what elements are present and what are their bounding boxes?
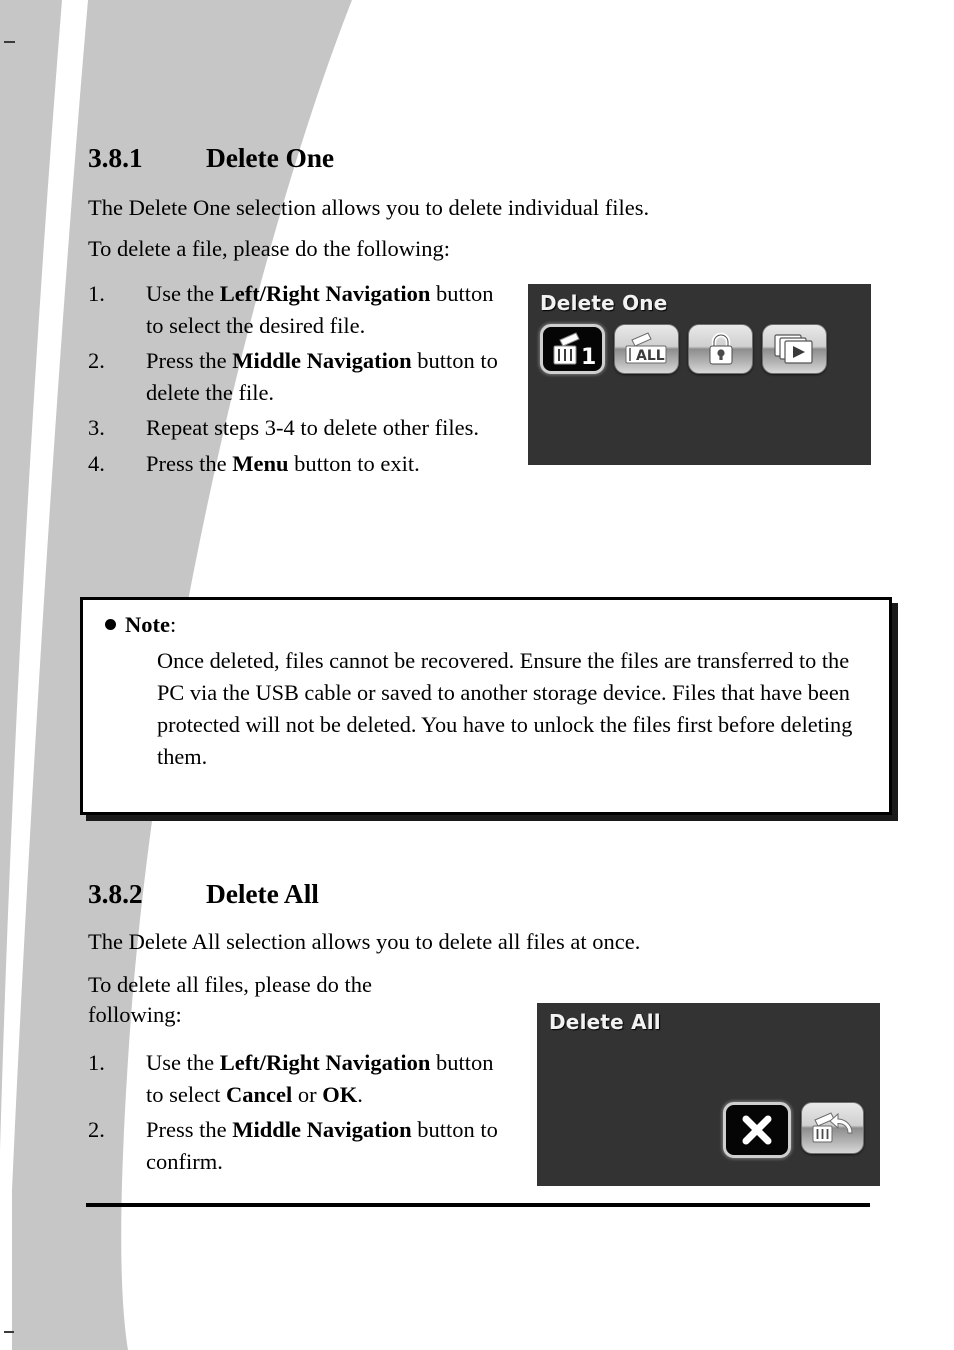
list-item-marker: 4. xyxy=(88,450,105,476)
plain-text: Press the xyxy=(146,1117,233,1142)
section-heading-delete-one: 3.8.1 Delete One xyxy=(88,142,334,174)
screen-title-delete-all: Delete All xyxy=(549,1010,661,1034)
slideshow-icon[interactable] xyxy=(762,324,827,374)
list-item-text: Press the Middle Navigation button to co… xyxy=(146,1117,498,1174)
icon-row-delete-one: 1 ALL xyxy=(540,324,827,374)
page-content: 3.8.1 Delete One The Delete One selection… xyxy=(0,0,954,1350)
section-heading-delete-all: 3.8.2 Delete All xyxy=(88,878,319,910)
section-number: 3.8.2 xyxy=(88,878,143,909)
list-item-text: Press the Menu button to exit. xyxy=(146,451,420,476)
emphasis-text: Menu xyxy=(232,450,289,476)
delete-one-count-label: 1 xyxy=(581,345,596,367)
list-item-text: Use the Left/Right Navigation button to … xyxy=(146,1050,494,1107)
trash-one-glyph: 1 xyxy=(553,332,596,367)
lock-icon[interactable] xyxy=(688,324,753,374)
section-title: Delete All xyxy=(206,878,319,909)
list-item: 2. Press the Middle Navigation button to … xyxy=(88,1114,508,1177)
plain-text: Use the xyxy=(146,281,220,306)
section-intro-delete-one: The Delete One selection allows you to d… xyxy=(88,195,650,220)
list-item-marker: 1. xyxy=(88,281,105,306)
emphasis-text: Middle Navigation xyxy=(232,1117,412,1142)
slideshow-glyph xyxy=(773,334,813,364)
plain-text: or xyxy=(292,1081,323,1107)
cross-glyph xyxy=(742,1115,772,1145)
plain-text: Use the xyxy=(146,1050,220,1075)
note-body-text: Once deleted, files cannot be recovered.… xyxy=(157,648,853,769)
screen-title-delete-one: Delete One xyxy=(540,291,668,315)
list-item-marker: 3. xyxy=(88,415,105,440)
list-item-marker: 2. xyxy=(88,1117,105,1142)
lock-glyph xyxy=(709,332,732,365)
trash-all-glyph: ALL xyxy=(625,332,666,364)
note-label-colon: : xyxy=(169,612,177,637)
list-item-text: Press the Middle Navigation button to de… xyxy=(146,348,498,405)
plain-text: . xyxy=(357,1081,363,1107)
list-item-text: Repeat steps 3-4 to delete other files. xyxy=(146,415,479,440)
emphasis-text: OK xyxy=(322,1081,358,1107)
icon-row-delete-all xyxy=(723,1102,864,1158)
note-box: Note: Once deleted, files cannot be reco… xyxy=(80,597,892,815)
device-screen-delete-all: Delete All xyxy=(537,1003,880,1186)
footer-rule xyxy=(86,1203,870,1207)
note-label-text: Note xyxy=(125,612,170,637)
list-item: 4. Press the Menu button to exit. xyxy=(88,448,508,480)
steps-list-delete-one: 1. Use the Left/Right Navigation button t… xyxy=(88,278,508,483)
list-item: 1. Use the Left/Right Navigation button t… xyxy=(88,1047,508,1110)
list-item-text: Use the Left/Right Navigation button to … xyxy=(146,281,494,338)
list-item-marker: 1. xyxy=(88,1050,105,1075)
section-number: 3.8.1 xyxy=(88,142,143,173)
bullet-icon xyxy=(105,619,116,630)
list-item: 1. Use the Left/Right Navigation button t… xyxy=(88,278,508,341)
device-screen-delete-one: Delete One 1 ALL xyxy=(528,284,871,465)
list-item-marker: 2. xyxy=(88,348,105,373)
emphasis-text: Left/Right Navigation xyxy=(219,1050,431,1075)
plain-text: Press the xyxy=(146,348,233,373)
section-intro-delete-all: The Delete All selection allows you to d… xyxy=(88,929,641,954)
list-item: 3. Repeat steps 3-4 to delete other files… xyxy=(88,412,508,444)
plain-text: Repeat steps 3-4 to delete other files. xyxy=(146,415,480,440)
section-leadin-delete-one: To delete a file, please do the followin… xyxy=(88,236,451,261)
emphasis-text: Left/Right Navigation xyxy=(219,281,431,306)
delete-all-label: ALL xyxy=(636,348,665,364)
confirm-trash-icon[interactable] xyxy=(801,1102,864,1154)
plain-text: button to exit. xyxy=(288,450,420,476)
emphasis-text: Middle Navigation xyxy=(232,348,412,373)
note-label: Note: xyxy=(105,612,176,638)
plain-text: Press the xyxy=(146,450,233,476)
section-leadin-delete-all: To delete all files, please do the follo… xyxy=(88,972,372,1027)
trash-arrow-glyph xyxy=(812,1112,853,1143)
section-title: Delete One xyxy=(206,142,335,173)
delete-one-icon[interactable]: 1 xyxy=(540,324,605,374)
emphasis-text: Cancel xyxy=(225,1081,293,1107)
steps-list-delete-all: 1. Use the Left/Right Navigation button t… xyxy=(88,1047,508,1181)
cancel-x-icon[interactable] xyxy=(723,1102,791,1158)
delete-all-icon[interactable]: ALL xyxy=(614,324,679,374)
list-item: 2. Press the Middle Navigation button to … xyxy=(88,345,508,408)
